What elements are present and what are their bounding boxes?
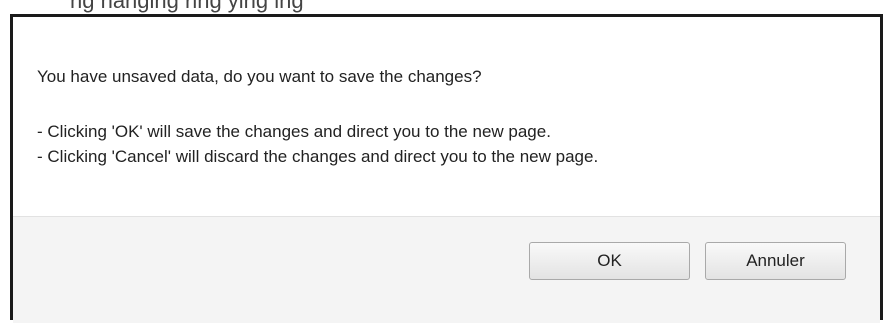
dialog-detail-ok: - Clicking 'OK' will save the changes an… <box>37 122 551 141</box>
dialog-detail-cancel: - Clicking 'Cancel' will discard the cha… <box>37 147 599 166</box>
cancel-button[interactable]: Annuler <box>705 242 846 280</box>
dialog-message: You have unsaved data, do you want to sa… <box>37 67 482 86</box>
background-page-strip: ng hanging ring ying ing <box>0 0 887 14</box>
dialog-body: You have unsaved data, do you want to sa… <box>13 17 880 217</box>
ok-button[interactable]: OK <box>529 242 690 280</box>
background-heading-text: ng hanging ring ying ing <box>70 0 304 13</box>
dialog-footer: OK Annuler <box>13 217 880 323</box>
confirm-dialog: You have unsaved data, do you want to sa… <box>10 14 883 323</box>
